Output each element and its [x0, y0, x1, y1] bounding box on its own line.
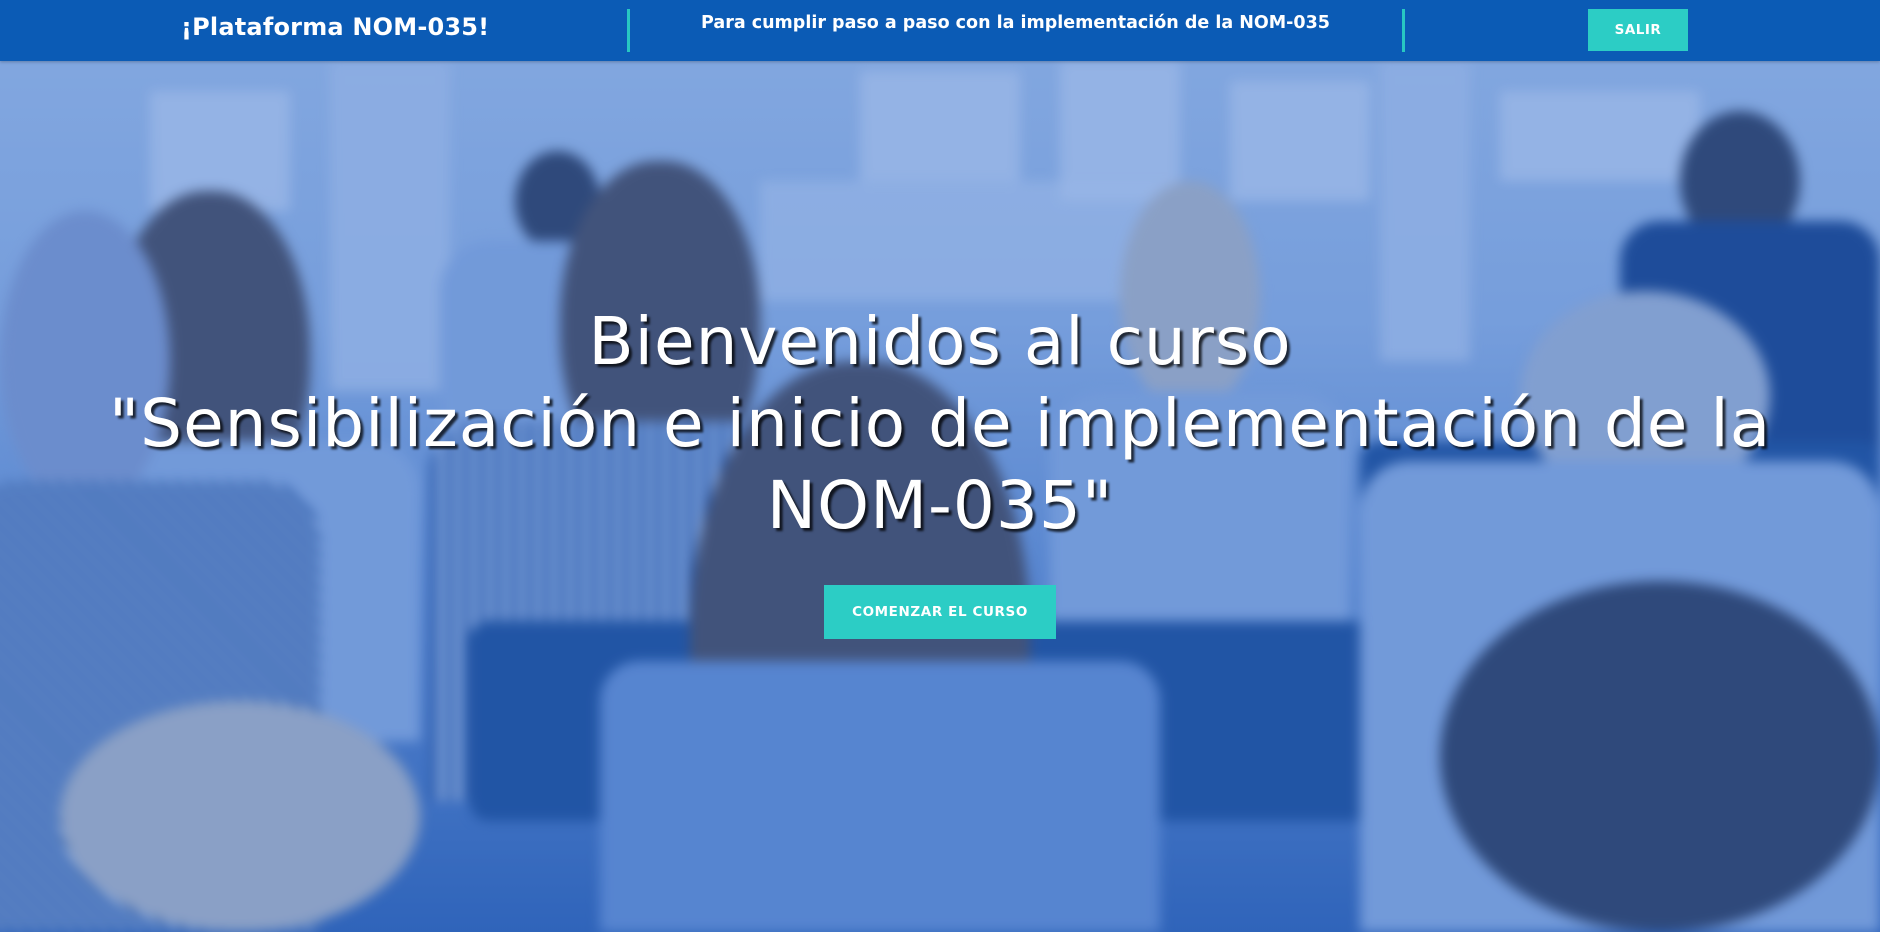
brand-title[interactable]: ¡Plataforma NOM-035! [181, 9, 489, 45]
hero-title: Bienvenidos al curso "Sensibilización e … [40, 301, 1840, 547]
hero-title-line-1: Bienvenidos al curso [588, 303, 1292, 380]
navbar-divider-right [1402, 9, 1405, 52]
start-course-button[interactable]: COMENZAR EL CURSO [824, 585, 1056, 639]
hero-title-line-3: NOM-035" [766, 467, 1114, 544]
hero-title-line-2: "Sensibilización e inicio de implementac… [108, 385, 1772, 462]
navbar-tagline: Para cumplir paso a paso con la implemen… [701, 13, 1330, 33]
navbar-divider-left [627, 9, 630, 52]
top-navbar: ¡Plataforma NOM-035! Para cumplir paso a… [0, 0, 1880, 61]
hero-section: Bienvenidos al curso "Sensibilización e … [0, 61, 1880, 932]
exit-button[interactable]: SALIR [1588, 9, 1688, 51]
